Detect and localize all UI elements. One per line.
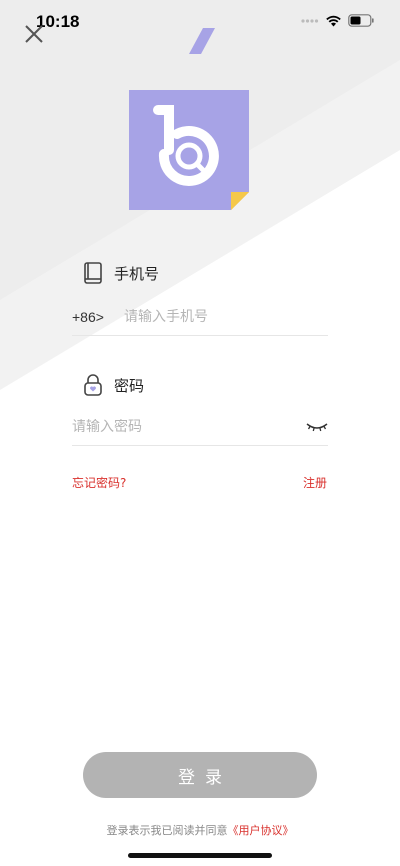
- password-field-row: [72, 408, 328, 446]
- forgot-password-link[interactable]: 忘记密码?: [72, 474, 126, 491]
- phone-label-text: 手机号: [114, 264, 160, 283]
- home-indicator: [128, 853, 272, 858]
- decorative-slash-icon: [189, 28, 215, 54]
- eye-closed-icon[interactable]: [306, 420, 328, 434]
- password-label-text: 密码: [114, 376, 145, 395]
- lock-icon: [84, 374, 102, 396]
- password-section-label: 密码: [84, 374, 144, 396]
- agreement-text: 登录表示我已阅读并同意《用户协议》: [0, 822, 400, 838]
- agreement-prefix: 登录表示我已阅读并同意: [106, 824, 228, 837]
- phone-input[interactable]: [124, 308, 328, 325]
- login-button[interactable]: 登录: [83, 752, 317, 798]
- country-code-selector[interactable]: +86>: [72, 309, 124, 325]
- battery-icon: [348, 14, 374, 27]
- password-input[interactable]: [72, 418, 306, 435]
- wifi-icon: [326, 15, 341, 27]
- brand-logo: [129, 90, 249, 210]
- phone-field-row: +86>: [72, 298, 328, 336]
- signal-dots-icon: [301, 18, 319, 23]
- user-agreement-link[interactable]: 《用户协议》: [228, 824, 294, 837]
- phone-section-label: 手机号: [84, 262, 159, 284]
- status-icons: [301, 14, 374, 27]
- close-icon[interactable]: [22, 22, 46, 46]
- phone-icon: [84, 262, 102, 284]
- register-link[interactable]: 注册: [303, 474, 327, 491]
